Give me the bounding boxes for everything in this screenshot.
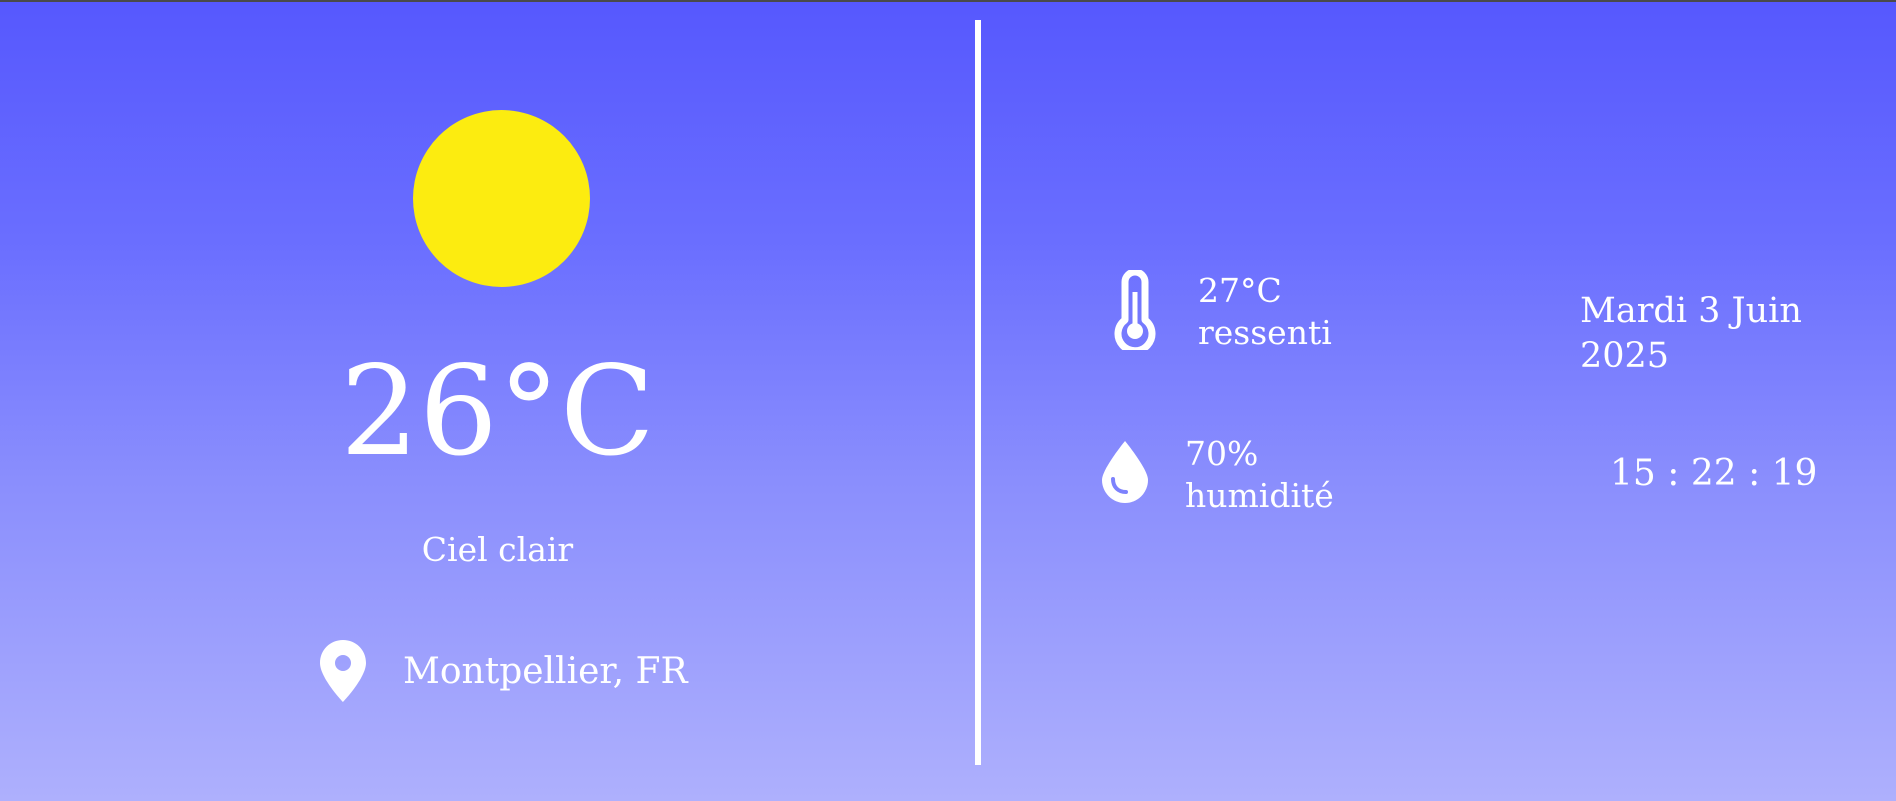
current-temperature: 26°C: [340, 340, 655, 484]
water-drop-icon: [1102, 441, 1148, 503]
location-name: Montpellier, FR: [403, 651, 688, 692]
feels-like-value: 27°C: [1198, 271, 1282, 310]
current-weather-panel: 26°C Ciel clair Montpellier, FR: [0, 0, 975, 801]
thermometer-icon: [1114, 270, 1156, 350]
current-date: Mardi 3 Juin 2025: [1580, 291, 1802, 376]
current-time: 15 : 22 : 19: [1610, 453, 1818, 494]
feels-like-label: ressenti: [1198, 313, 1332, 352]
location-pin-icon: [320, 640, 366, 702]
humidity-info: 70% humidité: [1185, 433, 1334, 517]
humidity-label: humidité: [1185, 476, 1334, 515]
feels-like-info: 27°C ressenti: [1198, 270, 1332, 354]
humidity-value: 70%: [1185, 434, 1259, 473]
sun-icon: [413, 110, 590, 287]
weather-condition: Ciel clair: [421, 530, 574, 569]
panel-divider: [975, 20, 981, 765]
